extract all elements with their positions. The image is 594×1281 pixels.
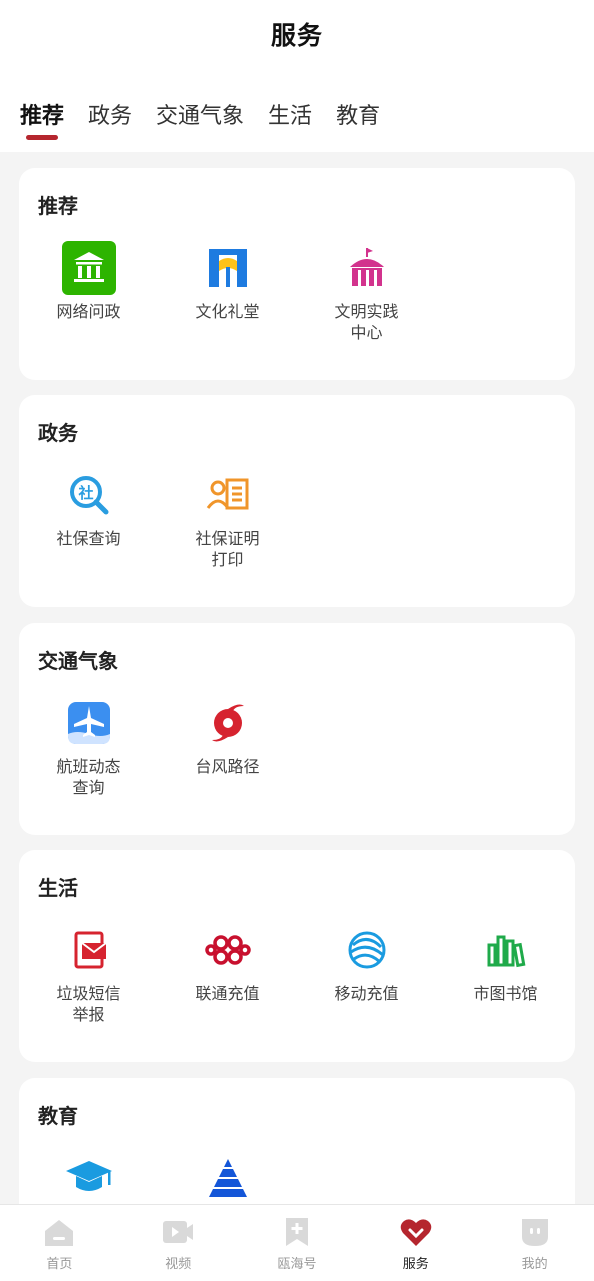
section-title: 教育 <box>38 1104 78 1128</box>
section-title: 推荐 <box>38 194 78 218</box>
nav-video[interactable]: 视频 <box>119 1205 238 1281</box>
section-education: 教育 <box>19 1078 575 1204</box>
china-mobile-icon <box>348 931 385 969</box>
tab-government[interactable]: 政务 <box>88 100 132 140</box>
section-title: 交通气象 <box>38 649 118 673</box>
tab-traffic-weather[interactable]: 交通气象 <box>156 100 244 140</box>
graduation-cap-icon <box>65 1161 112 1191</box>
section-traffic-weather: 交通气象 航班动态查询 台风路径 <box>19 623 575 835</box>
nav-home[interactable]: 首页 <box>0 1205 119 1281</box>
bookmark-plus-icon <box>285 1218 308 1246</box>
social-security-search-icon: 社 <box>69 476 108 515</box>
service-culture-hall[interactable]: 文化礼堂 <box>158 241 297 322</box>
culture-hall-icon <box>208 249 247 287</box>
section-title: 政务 <box>38 421 78 445</box>
service-education-2[interactable] <box>158 1151 297 1204</box>
typhoon-icon <box>211 704 244 742</box>
service-unicom-recharge[interactable]: 联通充值 <box>158 923 297 1004</box>
china-unicom-icon <box>204 935 251 965</box>
service-mobile-recharge[interactable]: 移动充值 <box>297 923 436 1004</box>
service-list[interactable]: 推荐 网络问政 文化礼堂 文明实践中心 政务 社 社保查询 社保证明打印 交通气… <box>0 152 594 1204</box>
section-life: 生活 垃圾短信举报 联通充值 移动充值 市图书馆 <box>19 850 575 1062</box>
government-building-icon <box>61 241 116 295</box>
active-tab-indicator <box>26 135 59 140</box>
library-books-icon <box>487 935 525 968</box>
nav-ouhai-account[interactable]: 瓯海号 <box>238 1205 357 1281</box>
service-education-1[interactable] <box>19 1151 158 1204</box>
nav-profile[interactable]: 我的 <box>475 1205 594 1281</box>
service-spam-sms-report[interactable]: 垃圾短信举报 <box>19 923 158 1025</box>
certificate-print-icon <box>206 478 248 510</box>
tab-life[interactable]: 生活 <box>268 100 312 140</box>
section-title: 生活 <box>38 876 78 900</box>
airplane-icon <box>67 702 110 744</box>
service-social-security-query[interactable]: 社 社保查询 <box>19 468 158 549</box>
service-typhoon-path[interactable]: 台风路径 <box>158 696 297 777</box>
pyramid-icon <box>208 1159 247 1197</box>
service-social-security-certificate[interactable]: 社保证明打印 <box>158 468 297 570</box>
bottom-navigation: 首页 视频 瓯海号 服务 我的 <box>0 1204 594 1281</box>
spam-sms-report-icon <box>74 931 107 969</box>
section-recommend: 推荐 网络问政 文化礼堂 文明实践中心 <box>19 168 575 380</box>
heart-icon <box>400 1219 432 1246</box>
service-civilization-center[interactable]: 文明实践中心 <box>297 241 436 343</box>
tab-education[interactable]: 教育 <box>336 100 380 140</box>
service-online-petition[interactable]: 网络问政 <box>19 241 158 322</box>
top-header: 服务 推荐 政务 交通气象 生活 教育 <box>0 0 594 152</box>
tab-recommend[interactable]: 推荐 <box>20 100 64 140</box>
home-icon <box>45 1220 74 1246</box>
nav-service[interactable]: 服务 <box>356 1205 475 1281</box>
profile-face-icon <box>521 1219 548 1246</box>
video-icon <box>163 1221 194 1243</box>
civilization-tent-icon <box>349 248 384 286</box>
page-title: 服务 <box>270 21 323 50</box>
section-government: 政务 社 社保查询 社保证明打印 <box>19 395 575 607</box>
service-city-library[interactable]: 市图书馆 <box>436 923 575 1004</box>
category-tabs: 推荐 政务 交通气象 生活 教育 <box>20 100 404 140</box>
svg-text:社: 社 <box>77 484 93 502</box>
service-flight-status[interactable]: 航班动态查询 <box>19 696 158 798</box>
